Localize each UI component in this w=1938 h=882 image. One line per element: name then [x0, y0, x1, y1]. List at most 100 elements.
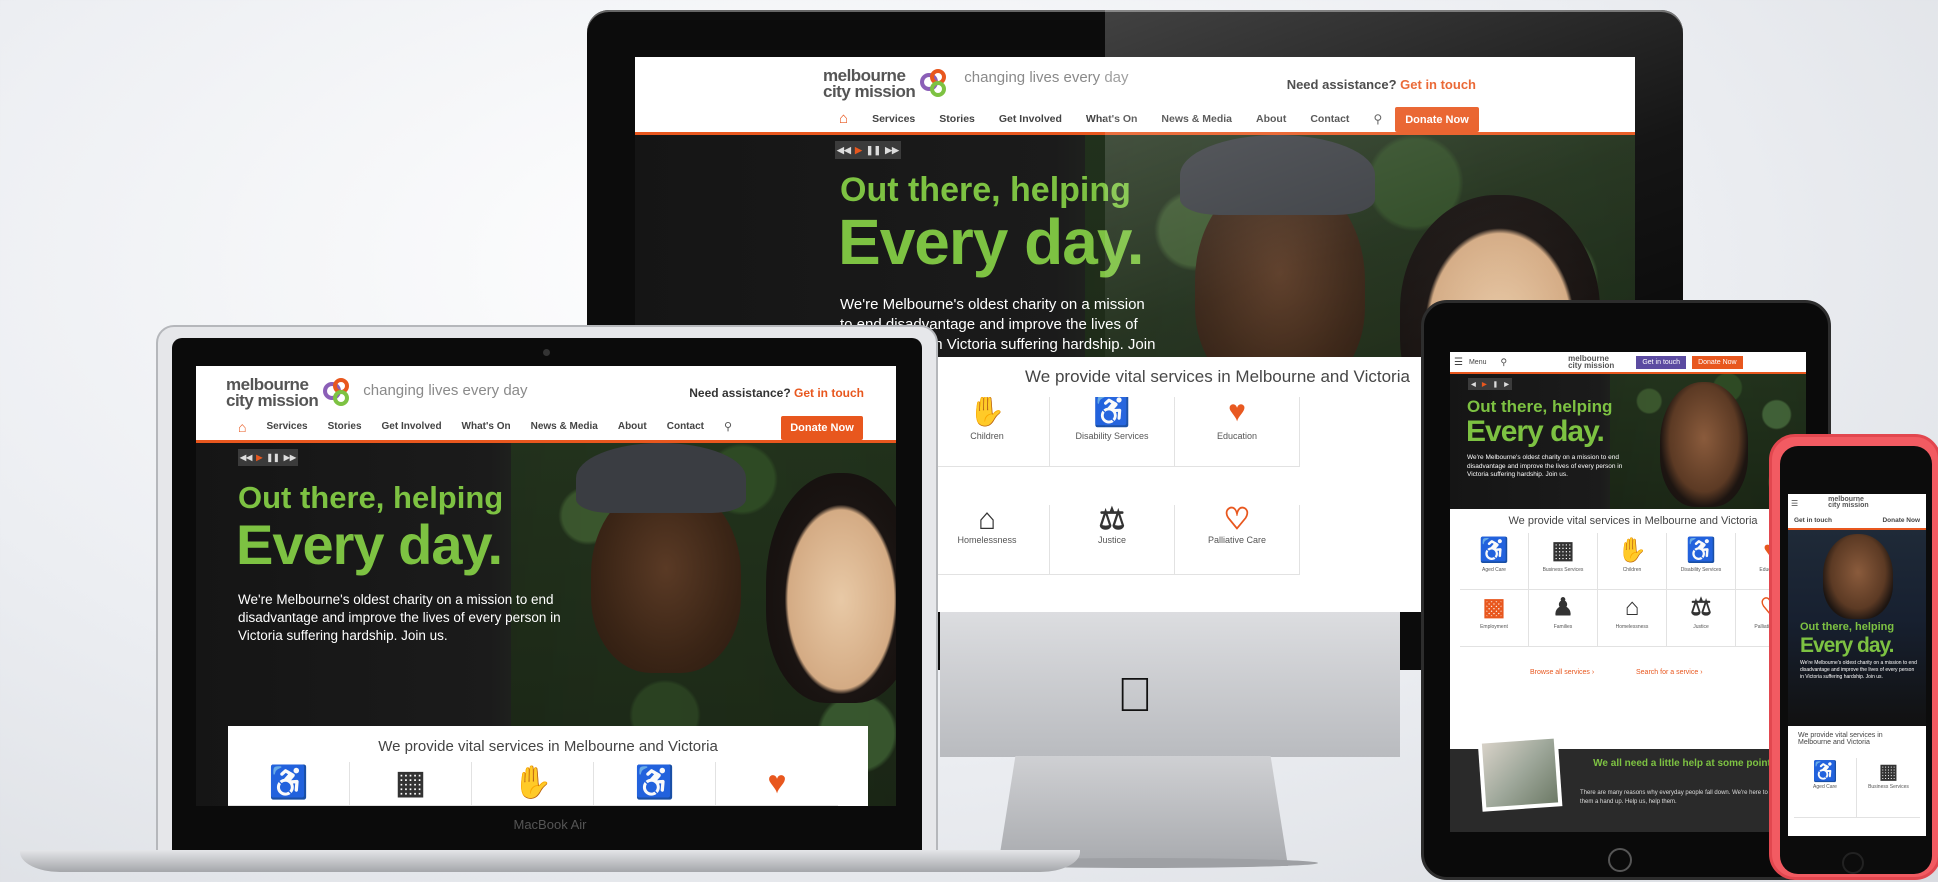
service-palliative[interactable]: ♡Palliative Care — [1175, 504, 1300, 575]
hero-paragraph: We're Melbourne's oldest charity on a mi… — [238, 592, 561, 643]
tablet-screen: ☰ Menu ⚲ melbourne city mission Get in t… — [1450, 352, 1806, 832]
get-in-touch-link[interactable]: Get in touch — [1794, 517, 1832, 524]
hero-man-cap — [1180, 135, 1375, 215]
nav-services[interactable]: Services — [266, 421, 307, 432]
search-service-link[interactable]: Search for a service › — [1636, 669, 1703, 676]
prev-icon[interactable]: ◀◀ — [240, 453, 252, 462]
nav-news-media[interactable]: News & Media — [1161, 113, 1232, 125]
play-icon[interactable]: ▶ — [1482, 381, 1487, 388]
logo-line2: city mission — [1568, 361, 1615, 370]
service-aged-care[interactable]: ♿ — [228, 762, 350, 806]
nav-about[interactable]: About — [618, 421, 647, 432]
service-business[interactable]: ▦Business Services — [1529, 533, 1598, 590]
assist-label: Need assistance? — [1286, 77, 1397, 92]
site-logo-small[interactable]: melbourne city mission — [1568, 354, 1615, 370]
nav-contact[interactable]: Contact — [1310, 113, 1349, 125]
menu-label[interactable]: Menu — [1469, 359, 1487, 366]
nav-contact[interactable]: Contact — [667, 421, 704, 432]
pause-icon[interactable]: ❚❚ — [266, 453, 279, 462]
hand-icon: ✋ — [1617, 537, 1647, 564]
play-icon[interactable]: ▶ — [256, 453, 262, 462]
next-icon[interactable]: ▶▶ — [284, 453, 296, 462]
service-aged-care[interactable]: ♿ Aged Care — [1794, 758, 1857, 818]
hero-banner: Out there, helping Every day. We're Melb… — [1788, 530, 1926, 726]
prev-icon[interactable]: ◀ — [1471, 381, 1476, 388]
slider-controls[interactable]: ◀◀ ▶ ❚❚ ▶▶ — [835, 141, 901, 159]
laptop-brand: MacBook Air — [513, 817, 587, 832]
get-in-touch-button[interactable]: Get in touch — [1636, 355, 1687, 369]
browse-all-label: Browse all services — [1530, 669, 1590, 676]
pause-icon[interactable]: ❚ — [1493, 381, 1498, 388]
service-children[interactable]: ✋ Children — [925, 397, 1050, 467]
phone-screen: ☰ melbourne city mission Get in touch Do… — [1788, 494, 1926, 836]
get-in-touch-link[interactable]: Get in touch — [794, 386, 864, 400]
handshake-icon: ♥ — [1228, 397, 1246, 428]
walker-icon: ♿ — [1812, 761, 1838, 783]
donate-link[interactable]: Donate Now — [1882, 517, 1920, 524]
search-icon[interactable]: ⚲ — [724, 420, 732, 433]
prev-icon[interactable]: ◀◀ — [837, 145, 851, 156]
service-disability[interactable]: ♿ — [594, 762, 716, 806]
nav-get-involved[interactable]: Get Involved — [999, 113, 1062, 125]
services-title: We provide vital services in Melbourne a… — [1798, 732, 1883, 746]
hero-paragraph: We're Melbourne's oldest charity on a mi… — [1800, 660, 1917, 680]
service-disability[interactable]: ♿ Disability Services — [1050, 397, 1175, 467]
next-icon[interactable]: ▶▶ — [885, 145, 899, 156]
donate-button[interactable]: Donate Now — [1692, 355, 1743, 369]
home-icon[interactable]: ⌂ — [238, 419, 246, 435]
service-education[interactable]: ♥ — [716, 762, 838, 806]
donate-button[interactable]: Donate Now — [1395, 107, 1479, 132]
service-business[interactable]: ▦Business Services — [1857, 758, 1920, 818]
nav-about[interactable]: About — [1256, 113, 1286, 125]
nav-stories[interactable]: Stories — [939, 113, 975, 125]
play-icon[interactable]: ▶ — [855, 145, 862, 156]
services-grid: ♿ Aged Care ▦ Business Services ✋ Children … — [1460, 533, 1806, 653]
service-families[interactable]: ♟Families — [1529, 590, 1598, 647]
home-icon[interactable]: ⌂ — [839, 110, 848, 127]
service-business[interactable]: ▦ — [350, 762, 472, 806]
services-grid: ♿ ▦ ✋ ♿ ♥ — [228, 762, 868, 806]
site-logo[interactable]: melbourne city mission changing lives ev… — [823, 67, 1129, 101]
site-logo-small[interactable]: melbourne city mission — [1828, 496, 1868, 510]
search-icon[interactable]: ⚲ — [1500, 357, 1507, 368]
nav-whats-on[interactable]: What's On — [462, 421, 511, 432]
service-employment[interactable]: ▩ Employment — [1460, 590, 1529, 647]
service-education[interactable]: ♥Education — [1175, 397, 1300, 467]
walker-icon: ♿ — [1479, 537, 1509, 564]
service-homelessness[interactable]: ⌂ Homelessness — [925, 504, 1050, 575]
nav-whats-on[interactable]: What's On — [1086, 113, 1138, 125]
slider-controls[interactable]: ◀◀ ▶ ❚❚ ▶▶ — [238, 449, 298, 466]
search-icon[interactable]: ⚲ — [1373, 112, 1382, 126]
service-justice[interactable]: ⚖ Justice — [1667, 590, 1736, 647]
nav-news-media[interactable]: News & Media — [531, 421, 598, 432]
laptop-camera — [543, 349, 550, 356]
search-service-label: Search for a service — [1636, 669, 1699, 676]
services-panel: We provide vital services in Melbourne a… — [1460, 509, 1806, 749]
browse-all-link[interactable]: Browse all services › — [1530, 669, 1594, 676]
menu-icon[interactable]: ☰ — [1454, 357, 1463, 368]
get-in-touch-link[interactable]: Get in touch — [1400, 77, 1476, 92]
service-homelessness[interactable]: ⌂ Homelessness — [1598, 590, 1667, 647]
menu-icon[interactable]: ☰ — [1791, 499, 1798, 508]
service-children[interactable]: ✋ — [472, 762, 594, 806]
slider-controls[interactable]: ◀ ▶ ❚ ▶ — [1468, 378, 1512, 390]
gavel-icon: ⚖ — [1098, 504, 1126, 536]
nav-get-involved[interactable]: Get Involved — [382, 421, 442, 432]
next-icon[interactable]: ▶ — [1504, 381, 1509, 388]
hero-headline-1: Out there, helping — [1800, 621, 1895, 633]
wheelchair-icon: ♿ — [1093, 397, 1131, 428]
service-aged-care[interactable]: ♿ Aged Care — [1460, 533, 1529, 590]
service-children[interactable]: ✋ Children — [1598, 533, 1667, 590]
site-logo[interactable]: melbourne city mission changing lives ev… — [226, 376, 528, 410]
logo-rings-icon — [321, 376, 355, 410]
logo-line2: city mission — [226, 391, 319, 410]
presentation-icon: ▦ — [395, 764, 426, 800]
service-disability[interactable]: ♿ Disability Services — [1667, 533, 1736, 590]
donate-button[interactable]: Donate Now — [781, 416, 863, 440]
service-justice[interactable]: ⚖ Justice — [1050, 504, 1175, 575]
pause-icon[interactable]: ❚❚ — [866, 145, 881, 156]
nav-services[interactable]: Services — [872, 113, 915, 125]
site-tagline: changing lives every day — [363, 381, 528, 399]
nav-stories[interactable]: Stories — [328, 421, 362, 432]
services-title: We provide vital services in Melbourne a… — [1508, 515, 1758, 527]
